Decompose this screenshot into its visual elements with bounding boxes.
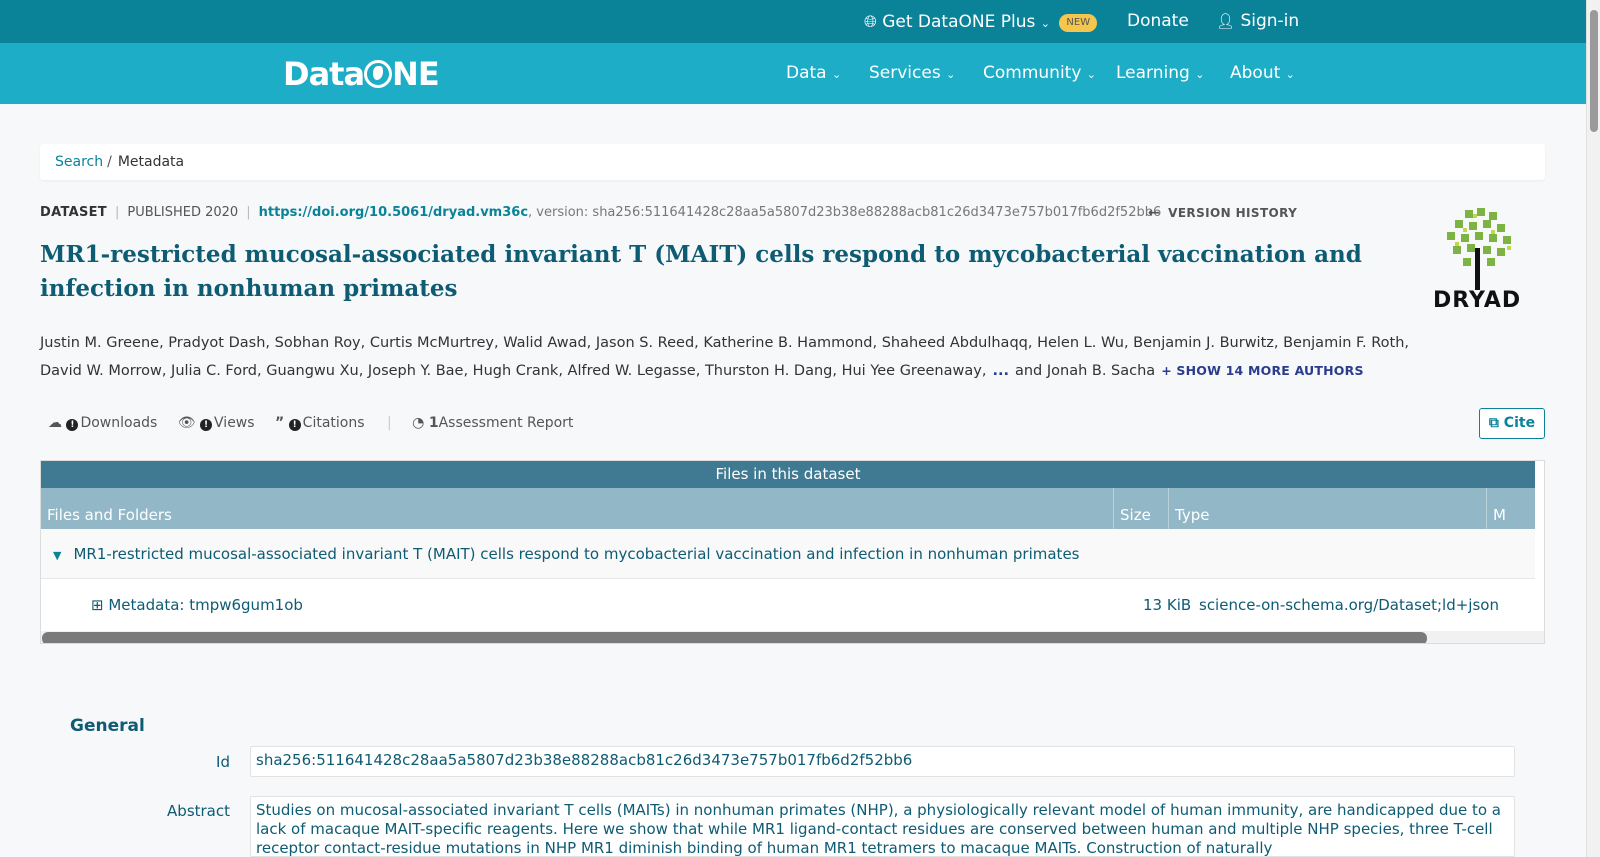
chevron-down-icon: ⌄ xyxy=(946,68,956,81)
cloud-download-icon: ☁ xyxy=(48,415,62,431)
column-files-and-folders[interactable]: Files and Folders xyxy=(41,488,1114,529)
files-table: Files in this dataset Files and Folders … xyxy=(40,460,1545,644)
general-section-heading: General xyxy=(70,716,145,736)
divider: | xyxy=(246,205,251,220)
nav-item-community[interactable]: Community ⌄ xyxy=(983,43,1096,104)
warning-icon: ! xyxy=(288,419,301,431)
sign-in-label: Sign-in xyxy=(1240,11,1300,31)
nav-item-services[interactable]: Services ⌄ xyxy=(869,43,955,104)
dashboard-icon: ◔ xyxy=(412,415,425,431)
id-label: Id xyxy=(216,753,230,771)
caret-down-icon[interactable]: ▼ xyxy=(53,531,61,581)
show-more-authors-button[interactable]: + SHOW 14 MORE AUTHORS xyxy=(1161,363,1363,378)
get-dataone-plus-label: Get DataONE Plus xyxy=(882,12,1036,32)
donate-link[interactable]: Donate xyxy=(1127,0,1189,43)
divider: | xyxy=(114,205,120,220)
authors-ellipsis[interactable]: ... xyxy=(992,363,1009,379)
quote-icon: ” xyxy=(275,415,285,431)
chevron-down-icon: ⌄ xyxy=(1040,17,1050,30)
globe-icon xyxy=(364,60,393,88)
breadcrumb-search-link[interactable]: Search xyxy=(55,154,103,170)
column-size[interactable]: Size xyxy=(1114,488,1169,529)
authors-list: Justin M. Greene, Pradyot Dash, Sobhan R… xyxy=(40,329,1440,385)
chevron-down-icon: ⌄ xyxy=(1285,68,1295,81)
file-row[interactable]: ⊞ Metadata: tmpw6gum1ob 13 KiB science-o… xyxy=(41,580,1535,630)
get-dataone-plus-menu[interactable]: 🌐︎ Get DataONE Plus ⌄ NEW xyxy=(864,0,1098,43)
nav-item-about[interactable]: About ⌄ xyxy=(1230,43,1295,104)
breadcrumb: Search / Metadata xyxy=(40,144,1545,180)
scrollbar-thumb[interactable] xyxy=(1590,10,1598,132)
dataone-logo[interactable]: Data NE xyxy=(283,55,440,93)
new-badge: NEW xyxy=(1059,14,1098,32)
folder-name: MR1-restricted mucosal-associated invari… xyxy=(73,545,1080,563)
abstract-label: Abstract xyxy=(167,802,230,820)
warning-icon: ! xyxy=(200,419,213,431)
arrow-left-icon: ← xyxy=(1148,205,1161,221)
scrollbar-thumb[interactable] xyxy=(42,632,1427,643)
files-table-heading: Files in this dataset xyxy=(41,461,1535,488)
column-type[interactable]: Type xyxy=(1169,488,1487,529)
top-utility-bar: 🌐︎ Get DataONE Plus ⌄ NEW Donate 👤︎ Sign… xyxy=(0,0,1586,43)
copy-icon: ⧉ xyxy=(1488,415,1499,431)
assessment-report-link[interactable]: ◔ 1Assessment Report xyxy=(412,412,573,434)
citations-metric[interactable]: ” ! Citations xyxy=(275,412,365,434)
page-scrollbar[interactable] xyxy=(1586,0,1600,857)
published-label: PUBLISHED 2020 xyxy=(127,205,239,220)
dataset-title: MR1-restricted mucosal-associated invari… xyxy=(40,241,1362,302)
nav-item-data[interactable]: Data ⌄ xyxy=(786,43,841,104)
abstract-field: Studies on mucosal-associated invariant … xyxy=(250,796,1515,857)
metrics-row: ☁ ! Downloads 👁︎ ! Views ” ! Citations | ◔ … xyxy=(48,412,589,434)
cite-button[interactable]: ⧉ Cite xyxy=(1479,408,1545,439)
warning-icon: ! xyxy=(66,419,79,431)
column-m[interactable]: M xyxy=(1487,488,1544,529)
chevron-down-icon: ⌄ xyxy=(832,68,842,81)
views-metric[interactable]: 👁︎ ! Views xyxy=(178,412,255,434)
globe-icon: 🌐︎ xyxy=(864,12,877,31)
version-text: , version: sha256:511641428c28aa5a5807d2… xyxy=(528,205,1162,220)
dataset-type-label: DATASET xyxy=(40,205,107,220)
file-size-cell: 13 KiB xyxy=(1143,596,1192,614)
sign-in-link[interactable]: 👤︎ Sign-in xyxy=(1216,0,1299,43)
dataset-meta-row: DATASET | PUBLISHED 2020 | https://doi.org/1… xyxy=(40,203,1161,223)
divider: | xyxy=(386,415,392,431)
downloads-metric[interactable]: ☁ ! Downloads xyxy=(48,412,157,434)
main-navbar: Data NE Data ⌄ Services ⌄ Community ⌄ Lea… xyxy=(0,43,1586,104)
nav-item-learning[interactable]: Learning ⌄ xyxy=(1116,43,1204,104)
file-name-cell[interactable]: ⊞ Metadata: tmpw6gum1ob xyxy=(91,580,303,630)
dryad-logo-text: DRYAD xyxy=(1433,288,1522,313)
chevron-down-icon: ⌄ xyxy=(1086,68,1097,81)
breadcrumb-current: Metadata xyxy=(117,154,185,170)
files-table-scrollbar[interactable] xyxy=(41,631,1544,643)
id-field: sha256:511641428c28aa5a5807d23b38e88288a… xyxy=(250,746,1515,777)
file-type-cell: science-on-schema.org/Dataset;ld+json xyxy=(1199,596,1499,614)
version-history-link[interactable]: ← VERSION HISTORY xyxy=(1148,203,1297,223)
table-icon: ⊞ xyxy=(91,596,104,614)
user-icon: 👤︎ xyxy=(1216,12,1236,30)
chevron-down-icon: ⌄ xyxy=(1195,68,1205,81)
eye-icon: 👁︎ xyxy=(177,415,196,431)
last-author: and Jonah B. Sacha xyxy=(1014,363,1156,379)
breadcrumb-separator: / xyxy=(107,154,112,170)
version-history-label: VERSION HISTORY xyxy=(1168,206,1298,220)
doi-link[interactable]: https://doi.org/10.5061/dryad.vm36c xyxy=(259,205,528,220)
files-table-columns: Files and Folders Size Type M xyxy=(41,488,1535,529)
folder-row[interactable]: ▼ MR1-restricted mucosal-associated invar… xyxy=(41,529,1535,579)
